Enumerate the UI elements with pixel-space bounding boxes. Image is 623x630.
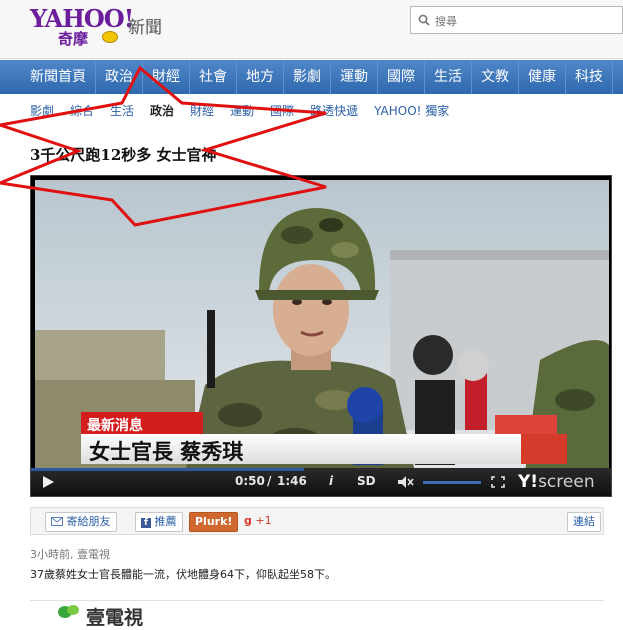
share-bar: 寄給朋友 f 推薦 Plurk! g +1 連結 [30, 507, 604, 535]
volume-icon[interactable] [397, 475, 415, 489]
nav-item-entertainment[interactable]: 影劇 [284, 60, 331, 94]
yahoo-logo[interactable]: YAHOO! 奇摩 新聞 [30, 4, 170, 48]
google-plus-button[interactable]: g +1 [239, 512, 277, 530]
time-separator: / [267, 474, 272, 488]
nav-item-tech[interactable]: 科技 [566, 60, 613, 94]
nav-item-health[interactable]: 健康 [519, 60, 566, 94]
video-caption-bar: 女士官長 蔡秀琪 [81, 434, 521, 464]
search-input[interactable] [433, 10, 617, 32]
subnav-item-life[interactable]: 生活 [110, 96, 134, 126]
nav-item-sports[interactable]: 運動 [331, 60, 378, 94]
site-header: YAHOO! 奇摩 新聞 [0, 0, 623, 59]
nav-item-society[interactable]: 社會 [190, 60, 237, 94]
main-nav: 新聞首頁 政治 財經 社會 地方 影劇 運動 國際 生活 文教 健康 科技 [0, 60, 623, 94]
subnav-item-sports[interactable]: 運動 [230, 96, 254, 126]
article-title: 3千公尺跑12秒多 女士官神 [30, 146, 217, 164]
fullscreen-icon[interactable] [491, 476, 505, 488]
google-plus-label: +1 [255, 514, 272, 527]
nav-item-world[interactable]: 國際 [378, 60, 425, 94]
content-divider [30, 600, 604, 601]
subnav-item-world[interactable]: 國際 [270, 96, 294, 126]
envelope-icon [51, 517, 63, 526]
yahoo-screen-logo: Y!screen [518, 472, 595, 492]
video-player[interactable]: 最新消息 女士官長 蔡秀琪 0:50 / 1:46 i SD Y!screen [30, 175, 612, 497]
info-icon[interactable]: i [329, 474, 333, 488]
nav-item-politics[interactable]: 政治 [96, 60, 143, 94]
logo-sub-text: 奇摩 [58, 30, 89, 48]
subnav-item-reuters[interactable]: 路透快遞 [310, 96, 358, 126]
quality-button[interactable]: SD [357, 474, 376, 488]
volume-slider[interactable] [423, 481, 481, 484]
nav-item-life[interactable]: 生活 [425, 60, 472, 94]
progress-bar[interactable] [31, 468, 304, 471]
google-plus-icon: g [244, 514, 252, 527]
nav-item-home[interactable]: 新聞首頁 [0, 60, 96, 94]
email-button-label: 寄給朋友 [66, 515, 111, 528]
caption-accent [521, 434, 567, 464]
nav-item-local[interactable]: 地方 [237, 60, 284, 94]
subnav-item-finance[interactable]: 財經 [190, 96, 214, 126]
sub-nav: 影劇 綜合 生活 政治 財經 運動 國際 路透快遞 YAHOO! 獨家 [0, 96, 623, 126]
channel-label: 壹電視 [86, 607, 144, 629]
article-summary: 37歲蔡姓女士官長體能一流，伏地體身64下，仰臥起坐58下。 [30, 568, 336, 581]
brand-name: screen [538, 472, 595, 492]
subnav-item-politics[interactable]: 政治 [150, 96, 174, 126]
video-caption: 女士官長 蔡秀琪 [89, 440, 244, 464]
facebook-button-label: 推薦 [154, 515, 177, 528]
brand-logo: Y! [518, 472, 539, 492]
current-time: 0:50 [235, 474, 265, 488]
video-controls: 0:50 / 1:46 i SD Y!screen [31, 468, 611, 496]
subnav-item-general[interactable]: 綜合 [70, 96, 94, 126]
breaking-news-badge: 最新消息 [81, 412, 203, 436]
nav-item-finance[interactable]: 財經 [143, 60, 190, 94]
breaking-news-label: 最新消息 [87, 418, 143, 434]
channel-logo-icon [58, 605, 79, 618]
article-meta: 3小時前, 壹電視 [30, 548, 110, 561]
section-title: 新聞 [128, 18, 162, 38]
search-box[interactable] [410, 6, 623, 34]
plurk-button[interactable]: Plurk! [189, 512, 239, 532]
search-icon [418, 14, 430, 26]
play-icon[interactable] [41, 475, 55, 489]
facebook-like-button[interactable]: f 推薦 [135, 512, 183, 532]
email-button[interactable]: 寄給朋友 [45, 512, 117, 532]
subnav-item-yahoo-exclusive[interactable]: YAHOO! 獨家 [374, 96, 449, 126]
link-button[interactable]: 連結 [567, 512, 601, 532]
logo-coin-icon [102, 31, 118, 43]
subnav-item-entertainment[interactable]: 影劇 [30, 96, 54, 126]
duration: 1:46 [277, 474, 307, 488]
nav-item-education[interactable]: 文教 [472, 60, 519, 94]
facebook-icon: f [141, 518, 151, 528]
